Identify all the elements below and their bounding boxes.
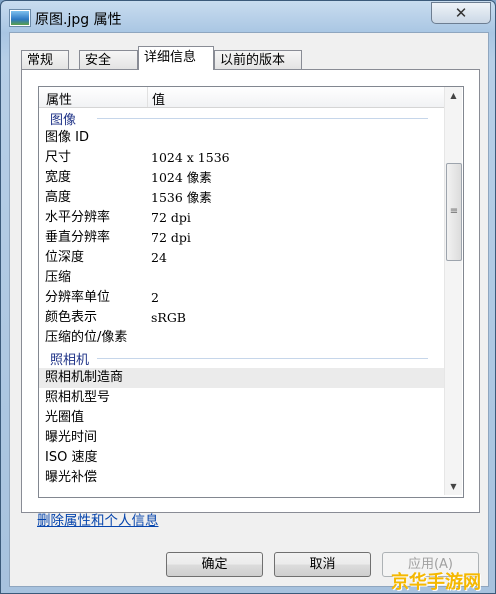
property-value[interactable]: 72 dpi: [151, 228, 191, 248]
table-row[interactable]: 宽度 1024 像素: [39, 168, 444, 188]
vertical-scrollbar[interactable]: ▲ ≡ ▼: [444, 87, 462, 495]
table-row[interactable]: 垂直分辨率 72 dpi: [39, 228, 444, 248]
table-row[interactable]: 曝光补偿: [39, 468, 444, 488]
property-name: 水平分辨率: [45, 210, 111, 225]
property-name: 宽度: [45, 170, 72, 185]
table-row[interactable]: 水平分辨率 72 dpi: [39, 208, 444, 228]
list-rows: 图像 图像 ID 尺寸 1024 x 1536 宽度 1024 像素 高度 1536 像素水…: [39, 108, 444, 488]
property-value[interactable]: 24: [151, 248, 167, 268]
window-title: 原图.jpg 属性: [35, 12, 122, 28]
table-row[interactable]: 颜色表示 sRGB: [39, 308, 444, 328]
property-name: 照相机型号: [45, 390, 111, 405]
property-name: 照相机制造商: [45, 370, 124, 385]
group-divider: [97, 118, 428, 119]
property-name: 分辨率单位: [45, 290, 111, 305]
property-value[interactable]: 2: [151, 288, 159, 308]
remove-properties-link[interactable]: 删除属性和个人信息: [37, 509, 159, 529]
ok-button[interactable]: 确定: [166, 552, 263, 577]
group-image: 图像: [39, 108, 444, 128]
title-bar[interactable]: 原图.jpg 属性 ✕: [1, 1, 495, 33]
property-value[interactable]: sRGB: [151, 308, 186, 328]
table-row[interactable]: 分辨率单位 2: [39, 288, 444, 308]
property-name: ISO 速度: [45, 450, 98, 465]
column-header-value[interactable]: 值: [152, 89, 165, 108]
table-row[interactable]: 压缩: [39, 268, 444, 288]
property-name: 曝光时间: [45, 430, 98, 445]
scroll-up-arrow-icon[interactable]: ▲: [445, 87, 462, 104]
property-name: 高度: [45, 190, 72, 205]
property-name: 垂直分辨率: [45, 230, 111, 245]
column-divider[interactable]: [147, 87, 148, 107]
property-name: 位深度: [45, 250, 85, 265]
details-panel: 属性 值 图像 图像 ID 尺寸 1024 x 1536 宽度 1024 像素高度 153…: [21, 69, 480, 513]
close-button[interactable]: ✕: [431, 2, 491, 24]
scroll-thumb[interactable]: ≡: [446, 163, 462, 261]
property-name: 压缩: [45, 270, 72, 285]
property-name: 压缩的位/像素: [45, 330, 128, 345]
camera-rows: 照相机制造商 照相机型号光圈值曝光时间 ISO 速度 曝光补偿: [39, 368, 444, 488]
tab-previous-versions[interactable]: 以前的版本: [214, 50, 302, 69]
property-name: 曝光补偿: [45, 470, 98, 485]
scroll-down-arrow-icon[interactable]: ▼: [445, 478, 462, 495]
group-camera: 照相机: [39, 348, 444, 368]
group-divider: [97, 358, 428, 359]
table-row[interactable]: 位深度 24: [39, 248, 444, 268]
image-rows: 图像 ID 尺寸 1024 x 1536 宽度 1024 像素 高度 1536 像素 水平分辨…: [39, 128, 444, 348]
property-value[interactable]: 1536 像素: [151, 188, 212, 208]
table-row[interactable]: ISO 速度: [39, 448, 444, 468]
tab-details[interactable]: 详细信息: [138, 46, 214, 70]
cancel-button[interactable]: 取消: [274, 552, 371, 577]
property-name: 图像 ID: [45, 130, 89, 145]
table-row[interactable]: 照相机制造商: [39, 368, 444, 388]
property-name: 光圈值: [45, 410, 85, 425]
property-name: 颜色表示: [45, 310, 98, 325]
property-value[interactable]: 72 dpi: [151, 208, 191, 228]
property-value[interactable]: 1024 像素: [151, 168, 212, 188]
table-row[interactable]: 光圈值: [39, 408, 444, 428]
property-list[interactable]: 属性 值 图像 图像 ID 尺寸 1024 x 1536 宽度 1024 像素高度 153…: [38, 86, 464, 498]
table-row[interactable]: 尺寸 1024 x 1536: [39, 148, 444, 168]
table-row[interactable]: 高度 1536 像素: [39, 188, 444, 208]
properties-window: 原图.jpg 属性 ✕ 常规 安全 详细信息 以前的版本 属性 值 图像 图像 …: [0, 0, 496, 594]
group-label: 图像: [50, 113, 77, 128]
property-value[interactable]: 1024 x 1536: [151, 148, 230, 168]
image-file-icon: [10, 10, 30, 26]
table-row[interactable]: 照相机型号: [39, 388, 444, 408]
tab-security[interactable]: 安全: [79, 50, 138, 69]
site-watermark: 京华手游网: [391, 572, 481, 593]
column-header-property[interactable]: 属性: [46, 89, 72, 108]
dialog-client: 常规 安全 详细信息 以前的版本 属性 值 图像 图像 ID 尺寸 1024 x 1…: [9, 32, 489, 587]
group-label: 照相机: [50, 353, 90, 368]
table-row[interactable]: 压缩的位/像素: [39, 328, 444, 348]
property-name: 尺寸: [45, 150, 72, 165]
table-row[interactable]: 图像 ID: [39, 128, 444, 148]
tab-general[interactable]: 常规: [21, 50, 69, 69]
table-row[interactable]: 曝光时间: [39, 428, 444, 448]
list-header: 属性 值: [39, 87, 444, 108]
